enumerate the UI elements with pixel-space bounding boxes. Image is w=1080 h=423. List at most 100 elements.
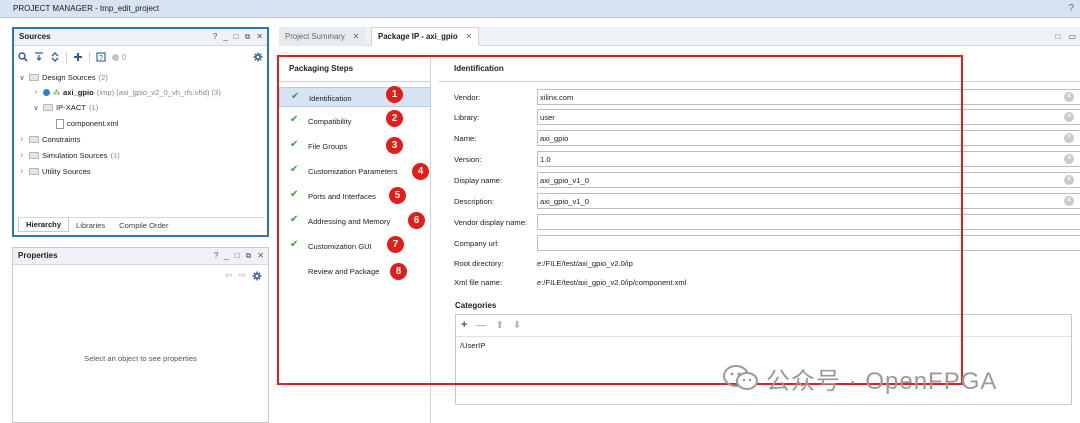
divider — [439, 81, 1080, 82]
chevron-down-icon[interactable]: ∨ — [32, 104, 40, 112]
field-label: Display name: — [454, 176, 503, 185]
company-url-field[interactable] — [537, 235, 1080, 251]
sources-title: Sources — [19, 32, 51, 41]
field-label: Root directory: — [454, 259, 504, 268]
sources-panel-header: Sources ? _ □ ⧉ ✕ — [14, 29, 267, 46]
tree-item-simulation-sources[interactable]: › Simulation Sources (1) — [18, 149, 120, 162]
name-field[interactable]: axi_gpio — [537, 130, 1080, 146]
description-field[interactable]: axi_gpio_v1_0 — [537, 193, 1080, 209]
properties-icon[interactable]: ? — [96, 52, 106, 62]
tab-label: Package IP - axi_gpio — [378, 32, 458, 41]
tree-item-design-sources[interactable]: ∨ Design Sources (2) — [18, 71, 107, 84]
restore-icon[interactable]: □ — [1056, 32, 1061, 41]
tree-item-utility-sources[interactable]: › Utility Sources — [18, 165, 91, 178]
add-icon[interactable]: + — [461, 319, 467, 331]
back-icon[interactable]: ⇦ — [225, 270, 233, 281]
step-ports-and-interfaces[interactable]: ✔ Ports and Interfaces — [279, 186, 431, 206]
gear-icon[interactable] — [253, 52, 263, 62]
tree-item-ip-xact[interactable]: ∨ IP-XACT (1) — [32, 101, 98, 114]
maximize-icon[interactable]: □ — [235, 251, 240, 261]
category-item[interactable]: /UserIP — [460, 341, 485, 350]
minimize-icon[interactable]: _ — [223, 32, 227, 42]
remove-icon[interactable]: — — [476, 320, 486, 331]
float-icon[interactable]: ⧉ — [246, 251, 252, 261]
folder-icon — [29, 168, 39, 175]
collapse-all-icon[interactable] — [34, 52, 44, 62]
field-label: Vendor: — [454, 93, 481, 102]
forward-icon[interactable]: ⇨ — [238, 270, 246, 281]
step-label: Addressing and Memory — [308, 217, 391, 226]
step-review-and-package[interactable]: Review and Package — [279, 261, 431, 281]
move-up-icon[interactable]: ⬆ — [495, 320, 503, 331]
step-label: File Groups — [308, 142, 348, 151]
clear-icon[interactable]: ✕ — [1064, 175, 1074, 185]
tab-hierarchy[interactable]: Hierarchy — [18, 218, 70, 232]
tree-item-count: (1) — [88, 103, 99, 112]
vendor-field[interactable]: xilinx.com — [537, 89, 1080, 105]
clear-icon[interactable]: ✕ — [1064, 92, 1074, 102]
version-field[interactable]: 1.0 — [537, 151, 1080, 167]
hierarchy-icon: ⁂ — [53, 89, 60, 97]
tree-item-label: axi_gpio — [63, 88, 94, 97]
tab-compile-order[interactable]: Compile Order — [112, 219, 175, 232]
step-number-badge: 8 — [390, 263, 407, 280]
toolbar-separator — [66, 51, 67, 63]
help-icon[interactable]: ? — [214, 251, 218, 261]
vendor-display-name-field[interactable] — [537, 214, 1080, 230]
window-title: PROJECT MANAGER - tmp_edit_project — [13, 4, 160, 13]
field-label: Version: — [454, 155, 482, 164]
close-icon[interactable]: ✕ — [353, 32, 360, 41]
display-name-field[interactable]: axi_gpio_v1_0 — [537, 172, 1080, 188]
chevron-down-icon[interactable]: ∨ — [18, 74, 26, 82]
tree-item-detail: (imp) (axi_gpio_v2_0_vh_rfs.vhd) (3) — [96, 88, 221, 97]
close-icon[interactable]: ✕ — [256, 32, 263, 42]
toolbar-separator — [89, 51, 90, 63]
tab-package-ip[interactable]: Package IP - axi_gpio ✕ — [371, 27, 480, 46]
sources-panel: Sources ? _ □ ⧉ ✕ ? 0 ∨ Design Sources (… — [12, 27, 269, 237]
chevron-right-icon[interactable]: › — [18, 168, 26, 175]
step-file-groups[interactable]: ✔ File Groups — [279, 136, 431, 156]
close-icon[interactable]: ✕ — [257, 251, 264, 261]
tab-label: Project Summary — [285, 32, 345, 41]
step-identification[interactable]: ✔ Identification — [279, 87, 431, 107]
add-icon[interactable] — [73, 52, 83, 62]
tree-item-label: IP-XACT — [56, 103, 86, 112]
step-customization-gui[interactable]: ✔ Customization GUI — [279, 236, 431, 256]
maximize-icon[interactable]: □ — [234, 32, 239, 42]
float-icon[interactable]: ⧉ — [245, 32, 251, 42]
step-number-badge: 6 — [408, 212, 425, 229]
check-icon: ✔ — [291, 91, 300, 102]
step-compatibility[interactable]: ✔ Compatibility — [279, 111, 431, 131]
search-icon[interactable] — [18, 52, 28, 62]
help-icon[interactable]: ? — [1068, 3, 1074, 14]
library-field[interactable]: user — [537, 109, 1080, 125]
tree-item-axi-gpio[interactable]: › ⁂ axi_gpio (imp) (axi_gpio_v2_0_vh_rfs… — [32, 86, 221, 99]
status-count: 0 — [122, 52, 127, 62]
minimize-icon[interactable]: _ — [224, 251, 228, 261]
categories-toolbar: + — ⬆ ⬇ — [461, 319, 521, 331]
tree-item-constraints[interactable]: › Constraints — [18, 133, 81, 146]
chevron-right-icon[interactable]: › — [32, 89, 40, 96]
expand-all-icon[interactable] — [50, 52, 60, 62]
properties-panel-header: Properties ? _ □ ⧉ ✕ — [13, 248, 268, 265]
clear-icon[interactable]: ✕ — [1064, 196, 1074, 206]
clear-icon[interactable]: ✕ — [1064, 133, 1074, 143]
clear-icon[interactable]: ✕ — [1064, 154, 1074, 164]
gear-icon[interactable] — [252, 271, 262, 281]
check-icon: ✔ — [290, 114, 299, 125]
tab-project-summary[interactable]: Project Summary ✕ — [279, 27, 366, 46]
chevron-right-icon[interactable]: › — [18, 136, 26, 143]
folder-icon — [29, 152, 39, 159]
tab-libraries[interactable]: Libraries — [69, 219, 112, 232]
move-down-icon[interactable]: ⬇ — [513, 320, 521, 331]
maximize-icon[interactable]: ▭ — [1068, 32, 1076, 41]
root-directory-value: e:/FILE/test/axi_gpio_v2.0/ip — [537, 259, 633, 268]
packaging-steps-title: Packaging Steps — [289, 64, 354, 73]
tree-item-label: Simulation Sources — [42, 151, 108, 160]
clear-icon[interactable]: ✕ — [1064, 112, 1074, 122]
chevron-right-icon[interactable]: › — [18, 152, 26, 159]
tree-item-component-xml[interactable]: component.xml — [56, 117, 119, 130]
step-customization-parameters[interactable]: ✔ Customization Parameters — [279, 161, 431, 181]
close-icon[interactable]: ✕ — [466, 32, 473, 41]
help-icon[interactable]: ? — [213, 32, 217, 42]
